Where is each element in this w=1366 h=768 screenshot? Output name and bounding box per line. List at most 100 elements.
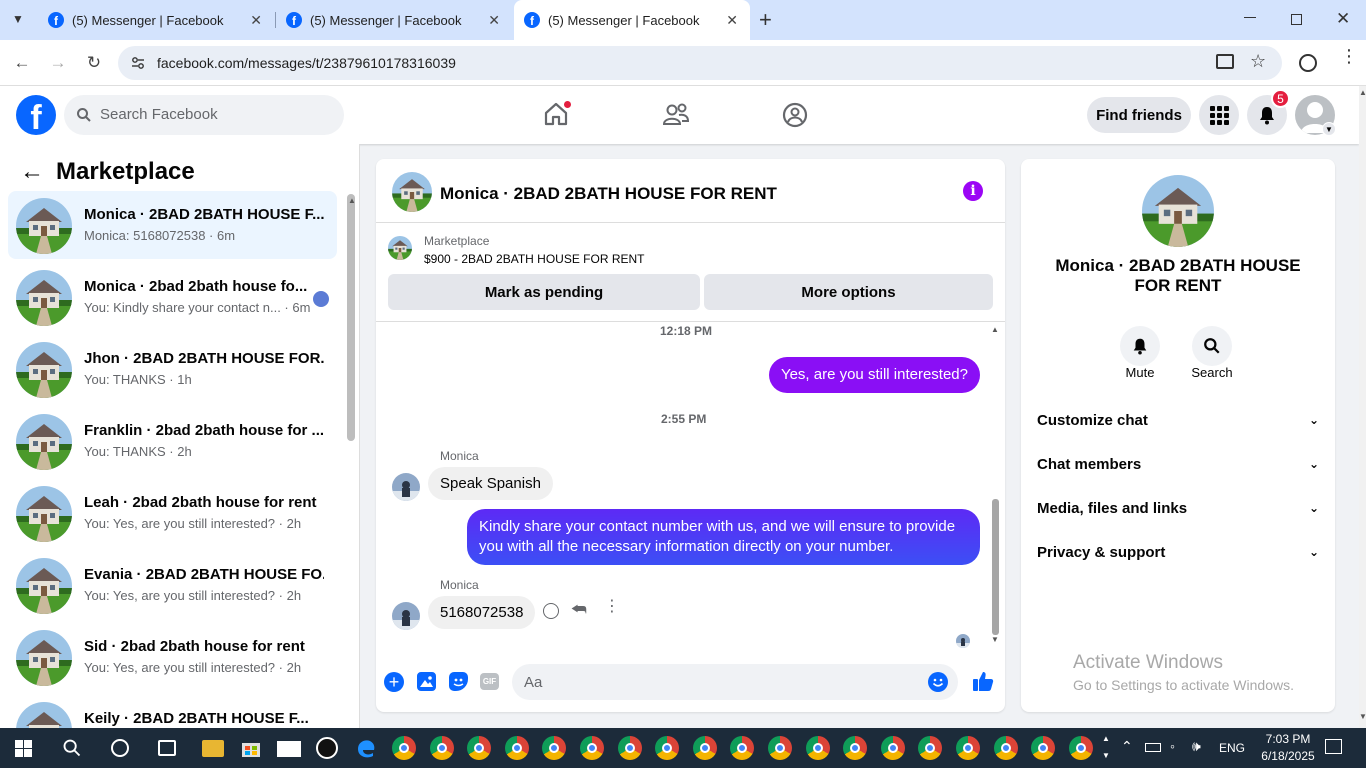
media-files-links-row[interactable]: Media, files and links ⌄ — [1037, 490, 1319, 526]
chrome-window-icon[interactable] — [768, 736, 792, 760]
facebook-logo-icon[interactable]: f — [16, 95, 56, 135]
sender-avatar[interactable] — [392, 473, 420, 501]
message-input[interactable]: Aa — [512, 664, 958, 700]
site-settings-icon[interactable] — [130, 55, 146, 71]
conversation-row[interactable]: Sid · 2bad 2bath house for rent You: Yes,… — [8, 623, 337, 691]
forward-arrow-icon[interactable]: → — [45, 50, 71, 76]
task-view-icon[interactable] — [158, 740, 176, 756]
taskbar-search-icon[interactable] — [62, 738, 82, 758]
home-nav-icon[interactable] — [542, 100, 572, 128]
taskbar-overflow-chevrons-icon[interactable]: ▲ ▼ — [1102, 730, 1110, 764]
conversation-row[interactable]: Leah · 2bad 2bath house for rent You: Yes… — [8, 479, 337, 547]
page-scrollbar[interactable]: ▲ ▼ — [1359, 86, 1366, 728]
notifications-button[interactable]: 5 — [1247, 89, 1290, 135]
chrome-window-icon[interactable] — [880, 736, 905, 760]
chrome-window-icon[interactable] — [504, 736, 529, 760]
more-options-button[interactable]: More options — [704, 274, 993, 310]
minimize-window-icon[interactable] — [1244, 17, 1256, 18]
reload-icon[interactable]: ↻ — [81, 50, 107, 76]
store-icon[interactable] — [241, 738, 261, 758]
more-actions-icon[interactable]: ⋮ — [604, 599, 620, 615]
received-message[interactable]: 5168072538 — [428, 596, 536, 629]
conversation-row[interactable]: Monica · 2BAD 2BATH HOUSE F... Monica: 51… — [8, 191, 337, 259]
chrome-window-icon[interactable] — [617, 736, 642, 760]
plus-circle-icon[interactable]: + — [384, 672, 404, 692]
chat-members-row[interactable]: Chat members ⌄ — [1037, 446, 1319, 482]
mark-as-pending-button[interactable]: Mark as pending — [388, 274, 700, 310]
scroll-down-arrow-icon[interactable]: ▼ — [1359, 712, 1366, 721]
show-hidden-icons-chevron-icon[interactable]: ⌃ — [1121, 738, 1133, 755]
action-center-icon[interactable] — [1325, 739, 1342, 754]
sticker-icon[interactable] — [449, 672, 468, 691]
info-icon[interactable]: i — [963, 181, 983, 201]
chrome-window-icon[interactable] — [918, 736, 943, 760]
clock-date[interactable]: 6/18/2025 — [1257, 749, 1319, 763]
customize-chat-row[interactable]: Customize chat ⌄ — [1037, 402, 1319, 438]
privacy-support-row[interactable]: Privacy & support ⌄ — [1037, 534, 1319, 570]
conversation-row[interactable]: Evania · 2BAD 2BATH HOUSE FO... You: Yes,… — [8, 551, 337, 619]
file-explorer-icon[interactable] — [202, 740, 224, 757]
back-arrow-icon[interactable]: ← — [9, 50, 35, 76]
volume-icon[interactable]: 🕪 — [1192, 738, 1201, 755]
scroll-down-arrow-icon[interactable]: ▼ — [991, 635, 999, 644]
chrome-window-icon[interactable] — [730, 736, 755, 760]
close-tab-icon[interactable]: ✕ — [250, 12, 262, 29]
chrome-window-icon[interactable] — [580, 736, 604, 760]
thumbs-up-like-icon[interactable] — [972, 670, 994, 692]
chrome-window-icon[interactable] — [805, 736, 830, 760]
listing-thumbnail[interactable] — [388, 236, 412, 260]
emoji-icon[interactable] — [928, 672, 948, 692]
scroll-up-arrow-icon[interactable]: ▲ — [991, 325, 999, 334]
photo-icon[interactable] — [417, 672, 436, 691]
cortana-icon[interactable] — [111, 739, 129, 757]
menu-grid-button[interactable] — [1199, 95, 1239, 135]
list-scrollbar[interactable] — [347, 194, 355, 441]
scroll-up-arrow-icon[interactable]: ▲ — [348, 196, 356, 205]
address-bar[interactable]: facebook.com/messages/t/2387961017831603… — [118, 46, 1282, 80]
chrome-window-icon[interactable] — [392, 736, 416, 760]
chrome-window-icon[interactable] — [692, 736, 717, 760]
language-indicator[interactable]: ENG — [1219, 741, 1245, 755]
tab-list-chevron-icon[interactable]: ▼ — [12, 12, 24, 26]
chat-scrollbar[interactable] — [992, 499, 999, 635]
bookmark-star-icon[interactable]: ☆ — [1250, 51, 1266, 72]
react-smiley-icon[interactable] — [543, 603, 559, 619]
chrome-window-icon[interactable] — [993, 736, 1018, 760]
browser-tab-3-active[interactable]: f (5) Messenger | Facebook ✕ — [514, 0, 750, 40]
close-window-icon[interactable]: ✕ — [1336, 9, 1350, 29]
conversation-row[interactable]: Jhon · 2BAD 2BATH HOUSE FOR... You: THANK… — [8, 335, 337, 403]
scroll-up-arrow-icon[interactable]: ▲ — [1359, 88, 1366, 97]
conversation-row[interactable]: Keily · 2BAD 2BATH HOUSE F... — [8, 695, 337, 728]
back-arrow-icon[interactable]: ← — [20, 158, 44, 186]
chrome-window-icon[interactable] — [956, 736, 980, 760]
edge-icon[interactable] — [355, 737, 377, 759]
listing-title[interactable]: $900 - 2BAD 2BATH HOUSE FOR RENT — [424, 252, 645, 266]
mute-button[interactable] — [1120, 326, 1160, 366]
chat-avatar[interactable] — [392, 172, 432, 212]
new-tab-plus-icon[interactable]: + — [759, 7, 772, 33]
browser-menu-icon[interactable]: ⋮ — [1340, 47, 1358, 65]
conversation-row[interactable]: Franklin · 2bad 2bath house for ... You: … — [8, 407, 337, 475]
friends-nav-icon[interactable] — [662, 102, 690, 130]
clock-time[interactable]: 7:03 PM — [1260, 732, 1316, 746]
chat-profile-avatar[interactable] — [1142, 175, 1214, 247]
search-facebook-input[interactable]: Search Facebook — [64, 95, 344, 135]
chat-title[interactable]: Monica · 2BAD 2BATH HOUSE FOR RENT — [440, 184, 777, 204]
account-chevron-down-icon[interactable]: ▼ — [1322, 122, 1336, 136]
browser-tab-1[interactable]: f (5) Messenger | Facebook ✕ — [38, 0, 274, 40]
close-tab-icon[interactable]: ✕ — [488, 12, 500, 29]
mail-icon[interactable] — [277, 741, 301, 757]
app-icon[interactable] — [316, 737, 338, 759]
received-message[interactable]: Speak Spanish — [428, 467, 553, 500]
browser-tab-2[interactable]: f (5) Messenger | Facebook ✕ — [276, 0, 512, 40]
reply-arrow-icon[interactable]: ⮪ — [571, 600, 587, 620]
chrome-window-icon[interactable] — [1068, 736, 1093, 760]
close-tab-icon[interactable]: ✕ — [726, 12, 738, 29]
wifi-icon[interactable]: ◦ — [1170, 738, 1175, 754]
battery-icon[interactable] — [1145, 743, 1161, 752]
sent-message[interactable]: Yes, are you still interested? — [768, 357, 980, 393]
profile-icon[interactable] — [1299, 54, 1317, 72]
chrome-window-icon[interactable] — [843, 736, 868, 760]
gif-icon[interactable]: GIF — [480, 673, 499, 690]
chrome-window-icon[interactable] — [535, 728, 574, 768]
